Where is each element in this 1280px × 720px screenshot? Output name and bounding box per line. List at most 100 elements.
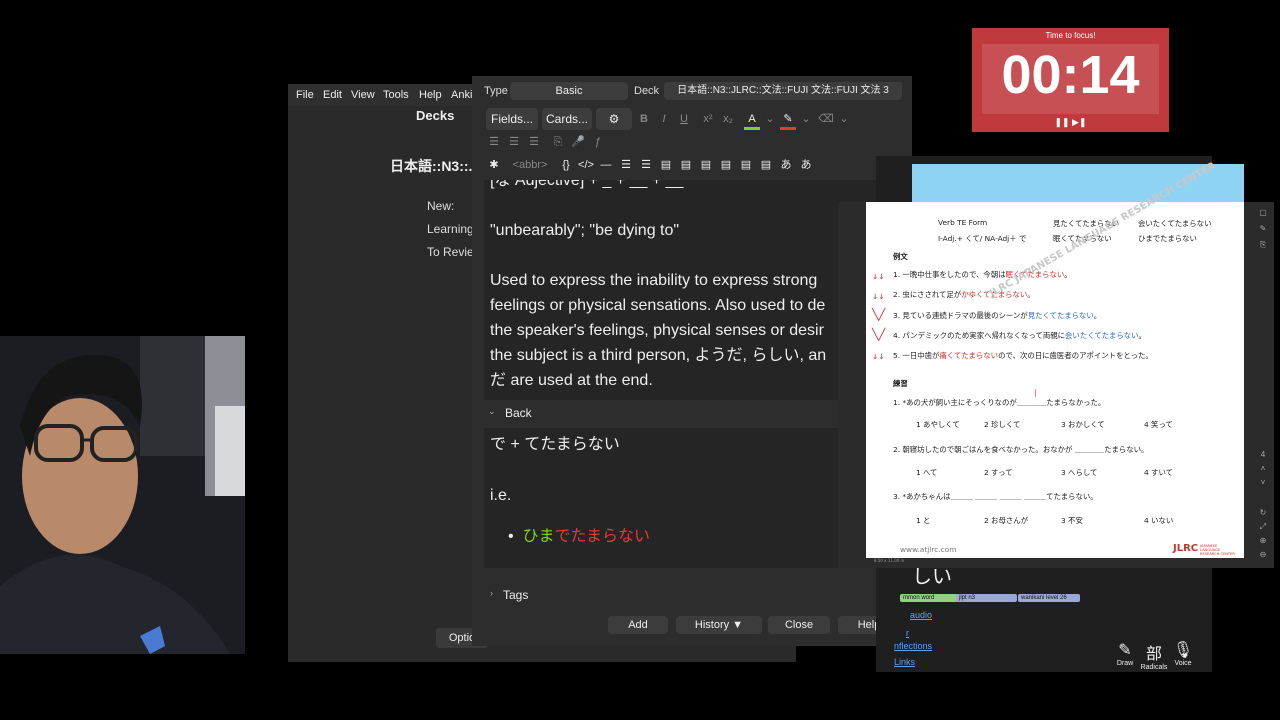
inflections-link[interactable]: nflections (894, 641, 932, 651)
chevron-down-icon[interactable]: ⌄ (798, 111, 814, 127)
italic-icon[interactable]: I (656, 111, 672, 127)
add-button[interactable]: Add (608, 616, 668, 634)
justify-icon[interactable]: ▤ (758, 157, 774, 173)
chevron-down-icon[interactable]: ⌄ (836, 111, 852, 127)
abbr-icon[interactable]: <abbr> (508, 157, 552, 173)
cards-button[interactable]: Cards... (542, 108, 592, 130)
deck-label: Deck (634, 85, 660, 97)
microphone-icon[interactable]: 🎤 (570, 134, 586, 150)
audio-link[interactable]: audio (910, 610, 932, 620)
timer-controls[interactable]: ❚❚ ▶❚ (972, 117, 1169, 128)
highlight-color-icon[interactable]: ✎ (780, 111, 796, 130)
code-icon[interactable]: </> (578, 157, 594, 173)
menu-tools[interactable]: Tools (383, 89, 409, 101)
front-line (490, 193, 826, 218)
q2-option: 4 すいて (1144, 468, 1174, 477)
page-icon[interactable]: ▢ (1258, 208, 1268, 218)
copy-icon[interactable]: ⎘ (1258, 240, 1268, 250)
links-link[interactable]: Links (894, 657, 915, 667)
history-button[interactable]: History ▼ (676, 616, 762, 634)
indent-icon[interactable]: ▤ (658, 157, 674, 173)
note-type-selector[interactable]: Basic (510, 82, 628, 100)
cloze-icon[interactable]: ✱ (486, 157, 502, 173)
front-line: だ are used at the end. (490, 372, 653, 389)
deck-selector[interactable]: 日本語::N3::JLRC::文法::FUJI 文法::FUJI 文法 3 (664, 82, 902, 100)
example-heading: 例文 (893, 252, 908, 261)
function-icon[interactable]: ƒ (590, 134, 606, 150)
stat-new-label: New: (427, 199, 455, 213)
menu-file[interactable]: File (296, 89, 314, 101)
remove-furigana-icon[interactable]: あ (798, 157, 814, 173)
example-sentence: 3. 見ている連続ドラマの最後のシーンが見たくてたまらない。 (893, 311, 1102, 320)
link-r[interactable]: r (906, 628, 909, 638)
chevron-up-icon[interactable]: ˄ (1258, 464, 1268, 474)
superscript-icon[interactable]: x² (700, 111, 716, 127)
subscript-icon[interactable]: x₂ (720, 111, 736, 127)
menu-anki[interactable]: Anki (451, 89, 472, 101)
front-line: the subject is a third person, ようだ, らしい,… (490, 347, 827, 364)
ordered-list-icon[interactable]: ☰ (506, 134, 522, 150)
q3-option: 2 お母さんが (984, 516, 1029, 525)
furigana-icon[interactable]: あ (778, 157, 794, 173)
menu-edit[interactable]: Edit (323, 89, 342, 101)
page-number[interactable]: 4 (1258, 450, 1268, 460)
back-line: i.e. (490, 487, 512, 504)
footer-url: www.atjlrc.com (900, 545, 957, 554)
outdent-icon[interactable]: ▤ (678, 157, 694, 173)
front-line (490, 243, 826, 268)
expand-tags-icon[interactable]: › (490, 588, 493, 598)
radicals-tool[interactable]: 部 Radicals (1140, 640, 1168, 671)
horizontal-rule-icon[interactable]: — (598, 157, 614, 173)
bullet-list-icon[interactable]: ☰ (618, 157, 634, 173)
collapse-back-icon[interactable]: ⌄ (488, 406, 496, 417)
example-sentence: 2. 虫にさされて足がかゆくてたまらない。 (893, 290, 1035, 299)
numbered-list-icon[interactable]: ☰ (638, 157, 654, 173)
radicals-label: Radicals (1140, 664, 1168, 671)
timer-label: Time to focus! (1045, 31, 1096, 40)
timer-digits: 00:14 (1001, 45, 1140, 105)
handwritten-mark: ╲╱ (872, 328, 886, 341)
back-field[interactable]: で + てたまらない i.e. • ひまでたまらない (484, 428, 890, 568)
rotate-icon[interactable]: ↻ (1258, 508, 1268, 518)
q3-option: 3 不安 (1061, 516, 1083, 525)
focus-timer: Time to focus! 00:14 ❚❚ ▶❚ (972, 28, 1169, 132)
draw-tool[interactable]: ✎ Draw (1114, 640, 1136, 667)
webcam-feed (0, 336, 245, 654)
front-line: "unbearably"; "be dying to" (490, 222, 680, 239)
front-field[interactable]: [な Adjective] + _ + __ + __ "unbearably"… (484, 180, 890, 400)
handwritten-mark: ↓↓ (872, 352, 885, 361)
stat-learning-label: Learning (427, 222, 474, 236)
voice-tool[interactable]: 🎙 Voice (1172, 640, 1194, 667)
q2-option: 2 すって (984, 468, 1013, 477)
fit-icon[interactable]: ⤢ (1258, 522, 1268, 532)
chevron-down-icon[interactable]: ⌄ (762, 111, 778, 127)
align-icon[interactable]: ☰ (526, 134, 542, 150)
menu-help[interactable]: Help (419, 89, 442, 101)
chevron-down-icon[interactable]: ˅ (1258, 478, 1268, 488)
decks-tab[interactable]: Decks (416, 108, 454, 123)
fields-button[interactable]: Fields... (486, 108, 538, 130)
close-button[interactable]: Close (768, 616, 830, 634)
underline-icon[interactable]: U (676, 111, 692, 127)
front-line: feelings or physical sensations. Also us… (490, 297, 826, 314)
unordered-list-icon[interactable]: ☰ (486, 134, 502, 150)
q1-option: 3 おかしくて (1061, 420, 1105, 429)
gear-icon[interactable]: ⚙ (596, 108, 632, 130)
annotate-icon[interactable]: ✎ (1258, 224, 1268, 234)
align-center-icon[interactable]: ▤ (698, 157, 714, 173)
align-left-icon[interactable]: ▤ (718, 157, 734, 173)
attach-icon[interactable]: ⎘ (550, 134, 566, 150)
braces-icon[interactable]: {} (558, 157, 574, 173)
eraser-icon[interactable]: ⌫ (818, 111, 834, 127)
bold-icon[interactable]: B (636, 111, 652, 127)
text-color-icon[interactable]: A (744, 111, 760, 130)
zoom-out-icon[interactable]: ⊖ (1258, 550, 1268, 560)
menu-view[interactable]: View (351, 89, 375, 101)
front-line: the speaker's feelings, physical senses … (490, 322, 824, 339)
tags-label[interactable]: Tags (503, 588, 528, 602)
align-right-icon[interactable]: ▤ (738, 157, 754, 173)
zoom-in-icon[interactable]: ⊕ (1258, 536, 1268, 546)
question-3: 3. *あかちゃんは＿＿＿ ＿＿＿ ＿＿＿ ＿＿＿てたまらない。 (893, 492, 1098, 501)
tag-common-word: mmon word (900, 594, 958, 602)
tag-wanikani: wanikani level 26 (1018, 594, 1080, 602)
